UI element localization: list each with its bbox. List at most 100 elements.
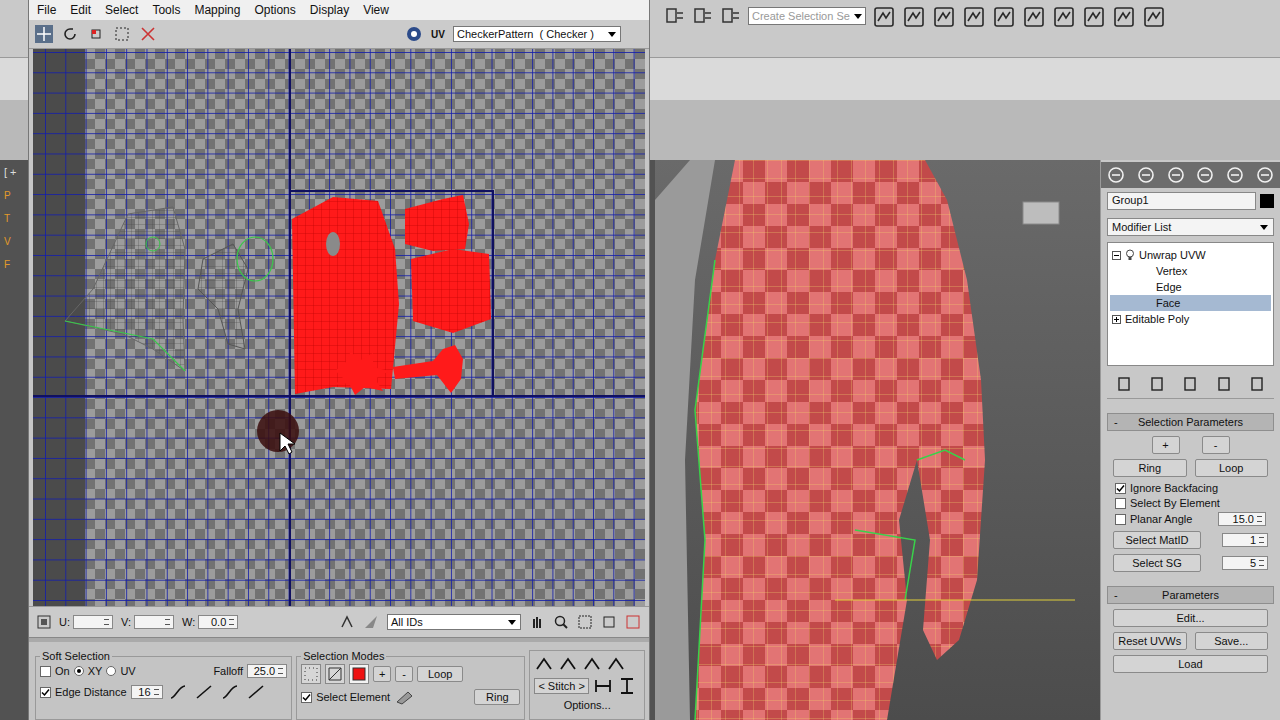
tool-icon[interactable] [992,5,1016,29]
space-radio[interactable] [106,666,116,676]
tool-icon[interactable] [932,5,956,29]
selection-set-dropdown[interactable]: Create Selection Se [748,7,866,25]
stack-tool-icon[interactable] [1249,376,1265,392]
uv-shells[interactable] [33,49,645,606]
tool-icon[interactable] [720,5,742,27]
ring-selection-button[interactable]: Ring [474,689,520,705]
panel-tab-icon[interactable] [1166,165,1186,185]
texture-dropdown[interactable]: CheckerPattern ( Checker ) [453,26,621,42]
falloff-curve-icon[interactable] [193,682,215,702]
select-element-checkbox[interactable] [301,692,312,703]
selected-shells[interactable] [292,195,491,395]
coord-spinner[interactable] [134,615,174,629]
space-radio[interactable] [74,666,84,676]
tool-icon[interactable] [962,5,986,29]
face-mode-icon[interactable] [349,664,369,684]
save-button[interactable]: Save... [1195,632,1269,650]
stack-item[interactable]: Edge [1110,279,1271,295]
expand-icon[interactable] [1112,315,1121,324]
falloff-curve-icon[interactable] [219,682,241,702]
sg-spinner[interactable]: 5 [1222,556,1268,570]
modifier-list-dropdown[interactable]: Modifier List [1107,218,1274,236]
loop-button[interactable]: Loop [1195,459,1269,477]
lock-icon[interactable] [37,615,51,629]
uv-label[interactable]: UV [431,29,445,40]
texture-icon[interactable] [405,25,423,43]
weld-icon[interactable] [593,677,613,695]
transform-tool-icon[interactable] [558,655,578,673]
transform-tool-icon[interactable] [606,655,626,673]
planar-angle-spinner[interactable]: 15.0 [1218,512,1266,526]
snap-icon[interactable] [339,614,355,630]
stack-tool-icon[interactable] [1116,376,1132,392]
checkbox[interactable] [1115,498,1126,509]
stack-tool-icon[interactable] [1216,376,1232,392]
object-name-field[interactable]: Group1 [1107,192,1256,210]
soft-on-checkbox[interactable] [40,666,51,677]
checkbox[interactable] [1115,514,1126,525]
id-filter-dropdown[interactable]: All IDs [387,614,521,630]
paint-select-icon[interactable] [394,688,416,706]
edit-uvws-window[interactable]: FileEditSelectToolsMappingOptionsDisplay… [28,0,650,720]
falloff-curve-icon[interactable] [167,682,189,702]
coord-spinner[interactable]: 0.0 [198,615,238,629]
options-button[interactable]: Options... [534,699,640,711]
tool-icon[interactable] [1142,5,1166,29]
menu-item[interactable]: Options [254,3,295,17]
zoom-region-icon[interactable] [577,614,593,630]
stack-item[interactable]: Unwrap UVW [1110,247,1271,263]
ring-button[interactable]: Ring [1113,459,1187,477]
menu-item[interactable]: Select [105,3,138,17]
shrink-selection-button[interactable]: - [395,666,413,682]
vertex-mode-icon[interactable] [301,664,321,684]
transform-tool-icon[interactable] [534,655,554,673]
loop-selection-button[interactable]: Loop [417,666,463,682]
edge-mode-icon[interactable] [325,664,345,684]
stitch-button[interactable]: < Stitch > [534,678,588,694]
bulb-icon[interactable] [1125,249,1135,261]
zoom-icon[interactable] [553,614,569,630]
stack-tool-icon[interactable] [1182,376,1198,392]
tool-icon[interactable] [692,5,714,27]
panel-tab-icon[interactable] [1136,165,1156,185]
move-icon[interactable] [35,25,53,43]
stack-item[interactable]: Vertex [1110,263,1271,279]
grow-selection-button[interactable]: + [373,666,391,682]
load-button[interactable]: Load [1113,655,1268,673]
mirror-icon[interactable] [139,25,157,43]
reset-uvws-button[interactable]: Reset UVWs [1113,632,1187,650]
menu-item[interactable]: Tools [152,3,180,17]
zoom-extents-icon[interactable] [601,614,617,630]
shrink-button[interactable]: - [1202,436,1230,454]
checkbox[interactable] [1115,483,1126,494]
panel-tab-icon[interactable] [1255,165,1275,185]
menu-item[interactable]: Mapping [194,3,240,17]
tool-icon[interactable] [1112,5,1136,29]
perspective-viewport[interactable] [655,160,1100,720]
collapse-icon[interactable] [1112,251,1121,260]
edit-button[interactable]: Edit... [1113,609,1268,627]
uv-canvas[interactable] [33,49,645,606]
tool-icon[interactable] [1052,5,1076,29]
menu-item[interactable]: View [363,3,389,17]
pick-icon[interactable] [363,614,379,630]
panel-tab-icon[interactable] [1106,165,1126,185]
selection-parameters-header[interactable]: -Selection Parameters [1107,413,1274,431]
parameters-header[interactable]: -Parameters [1107,586,1274,604]
pan-icon[interactable] [529,614,545,630]
menu-item[interactable]: Edit [70,3,91,17]
tool-icon[interactable] [664,5,686,27]
scale-icon[interactable] [87,25,105,43]
select-matid-button[interactable]: Select MatID [1113,531,1201,549]
edge-distance-checkbox[interactable] [40,687,51,698]
rotate-icon[interactable] [61,25,79,43]
stack-tool-icon[interactable] [1149,376,1165,392]
object-color-swatch[interactable] [1260,194,1274,208]
menu-item[interactable]: File [37,3,56,17]
panel-tab-icon[interactable] [1225,165,1245,185]
grid-toggle-icon[interactable] [625,614,641,630]
stack-item[interactable]: Face [1110,295,1271,311]
tool-icon[interactable] [872,5,896,29]
edge-distance-spinner[interactable]: 16 [131,685,163,699]
falloff-spinner[interactable]: 25.0 [247,664,287,678]
